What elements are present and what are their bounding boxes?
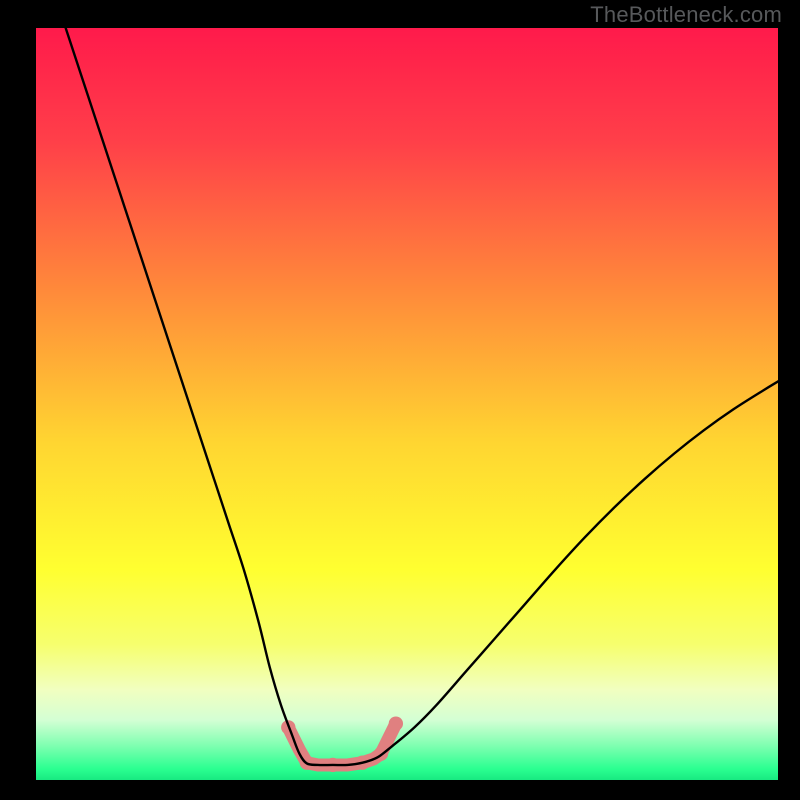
chart-frame: TheBottleneck.com bbox=[0, 0, 800, 800]
chart-plot-area bbox=[36, 28, 778, 780]
chart-svg bbox=[36, 28, 778, 780]
chart-background bbox=[36, 28, 778, 780]
trough-dot bbox=[389, 716, 403, 730]
watermark-text: TheBottleneck.com bbox=[590, 2, 782, 28]
